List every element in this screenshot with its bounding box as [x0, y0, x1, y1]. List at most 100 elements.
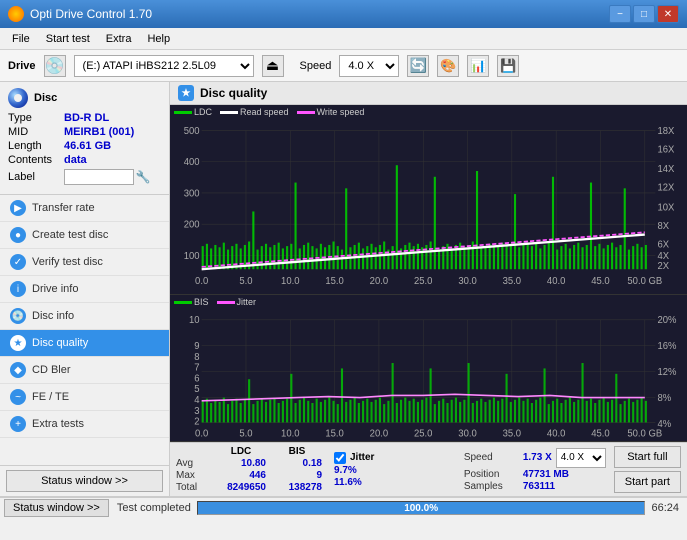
position-value: 47731 MB	[523, 469, 569, 480]
bis-total: 138278	[272, 482, 322, 493]
svg-text:5: 5	[194, 384, 199, 395]
stats-area: LDC BIS Avg 10.80 0.18 Max 446 9 Total 8…	[170, 442, 687, 496]
right-stats: Speed 1.73 X 4.0 X Position 47731 MB Sam…	[464, 448, 606, 492]
svg-text:4: 4	[194, 395, 200, 406]
maximize-button[interactable]: □	[633, 5, 655, 23]
type-label: Type	[8, 112, 64, 124]
menu-start-test[interactable]: Start test	[38, 31, 98, 47]
disc-label-input[interactable]	[64, 169, 134, 185]
svg-text:25.0: 25.0	[414, 276, 433, 287]
svg-text:45.0: 45.0	[591, 276, 610, 287]
svg-text:500: 500	[184, 126, 200, 137]
legend-write-speed: Write speed	[317, 107, 365, 117]
ldc-stats: LDC BIS Avg 10.80 0.18 Max 446 9 Total 8…	[176, 446, 322, 493]
nav-disc-info-label: Disc info	[32, 310, 74, 322]
eject-icon[interactable]: ⏏	[262, 55, 284, 77]
svg-text:40.0: 40.0	[547, 429, 565, 439]
cd-bler-icon: ◆	[10, 362, 26, 378]
minimize-button[interactable]: −	[609, 5, 631, 23]
legend-read-speed: Read speed	[240, 107, 289, 117]
drive-label: Drive	[8, 60, 36, 72]
dq-title: Disc quality	[200, 86, 267, 100]
svg-text:8%: 8%	[657, 393, 671, 404]
nav-transfer-rate[interactable]: ▶ Transfer rate	[0, 195, 169, 222]
svg-text:45.0: 45.0	[591, 429, 609, 439]
nav-drive-info-label: Drive info	[32, 283, 78, 295]
svg-text:50.0 GB: 50.0 GB	[627, 429, 662, 439]
nav-fe-te[interactable]: ~ FE / TE	[0, 384, 169, 411]
drive-browse-icon[interactable]: 💿	[44, 55, 66, 77]
nav-verify-test-disc[interactable]: ✓ Verify test disc	[0, 249, 169, 276]
svg-text:12X: 12X	[657, 182, 674, 193]
svg-text:16X: 16X	[657, 144, 674, 155]
menu-extra[interactable]: Extra	[98, 31, 140, 47]
disc-quality-icon: ★	[10, 335, 26, 351]
speed-stat-value: 1.73 X	[523, 452, 552, 463]
svg-text:400: 400	[184, 157, 200, 168]
max-label: Max	[176, 470, 210, 481]
charts-panels: LDC Read speed Write speed	[170, 105, 687, 442]
ldc-total: 8249650	[216, 482, 266, 493]
svg-text:10X: 10X	[657, 202, 674, 213]
total-label: Total	[176, 482, 210, 493]
svg-text:16%: 16%	[657, 341, 676, 352]
bottom-chart-svg: 10 9 8 7 6 5 4 3 2 20% 16% 12% 8%	[170, 309, 687, 439]
svg-text:14X: 14X	[657, 164, 674, 175]
nav-disc-quality-label: Disc quality	[32, 337, 88, 349]
svg-text:300: 300	[184, 188, 200, 199]
samples-label: Samples	[464, 481, 519, 492]
info-icon[interactable]: 📊	[467, 55, 489, 77]
samples-value: 763111	[523, 481, 555, 492]
svg-text:6: 6	[194, 374, 199, 385]
jitter-header: Jitter	[350, 452, 374, 463]
svg-text:2: 2	[194, 417, 199, 428]
svg-text:50.0 GB: 50.0 GB	[627, 276, 662, 287]
speed-select[interactable]: 4.0 X 8.0 X	[339, 55, 399, 77]
svg-text:0.0: 0.0	[195, 429, 208, 439]
nav-drive-info[interactable]: i Drive info	[0, 276, 169, 303]
drive-select[interactable]: (E:) ATAPI iHBS212 2.5L09	[74, 55, 254, 77]
status-text: Test completed	[109, 502, 191, 514]
nav-create-test-label: Create test disc	[32, 229, 108, 241]
speed-label: Speed	[300, 60, 332, 72]
disc-header: Disc	[34, 92, 57, 104]
right-panel: ★ Disc quality LDC Read speed Write spee…	[170, 82, 687, 496]
menu-bar: File Start test Extra Help	[0, 28, 687, 50]
mid-label: MID	[8, 126, 64, 138]
nav-disc-info[interactable]: 💿 Disc info	[0, 303, 169, 330]
start-part-button[interactable]: Start part	[614, 471, 681, 493]
title-bar: Opti Drive Control 1.70 − □ ✕	[0, 0, 687, 28]
refresh-icon[interactable]: 🔄	[407, 55, 429, 77]
close-button[interactable]: ✕	[657, 5, 679, 23]
speed-stat-label: Speed	[464, 452, 519, 463]
nav-transfer-rate-label: Transfer rate	[32, 202, 95, 214]
transfer-rate-icon: ▶	[10, 200, 26, 216]
bottom-chart-panel: BIS Jitter	[170, 295, 687, 442]
nav-disc-quality[interactable]: ★ Disc quality	[0, 330, 169, 357]
menu-help[interactable]: Help	[139, 31, 178, 47]
svg-text:30.0: 30.0	[458, 429, 476, 439]
svg-text:20%: 20%	[657, 315, 676, 326]
jitter-checkbox[interactable]	[334, 452, 346, 464]
label-edit-icon[interactable]: 🔧	[134, 168, 152, 186]
menu-file[interactable]: File	[4, 31, 38, 47]
status-window-button[interactable]: Status window >>	[6, 470, 163, 492]
main-area: Disc Type BD-R DL MID MEIRB1 (001) Lengt…	[0, 82, 687, 496]
nav-extra-tests[interactable]: + Extra tests	[0, 411, 169, 438]
settings-icon[interactable]: 🎨	[437, 55, 459, 77]
bis-header: BIS	[272, 446, 322, 457]
nav-extra-tests-label: Extra tests	[32, 418, 84, 430]
action-buttons: Start full Start part	[614, 446, 681, 493]
save-icon[interactable]: 💾	[497, 55, 519, 77]
position-label: Position	[464, 469, 519, 480]
status-bar: Status window >> Test completed 100.0% 6…	[0, 496, 687, 518]
drive-info-icon: i	[10, 281, 26, 297]
nav-cd-bler[interactable]: ◆ CD Bler	[0, 357, 169, 384]
svg-text:7: 7	[194, 363, 199, 374]
nav-create-test-disc[interactable]: ● Create test disc	[0, 222, 169, 249]
speed-stat-select[interactable]: 4.0 X	[556, 448, 606, 468]
start-full-button[interactable]: Start full	[614, 446, 681, 468]
length-value: 46.61 GB	[64, 140, 111, 152]
status-window-button[interactable]: Status window >>	[4, 499, 109, 517]
disc-quality-header: ★ Disc quality	[170, 82, 687, 105]
